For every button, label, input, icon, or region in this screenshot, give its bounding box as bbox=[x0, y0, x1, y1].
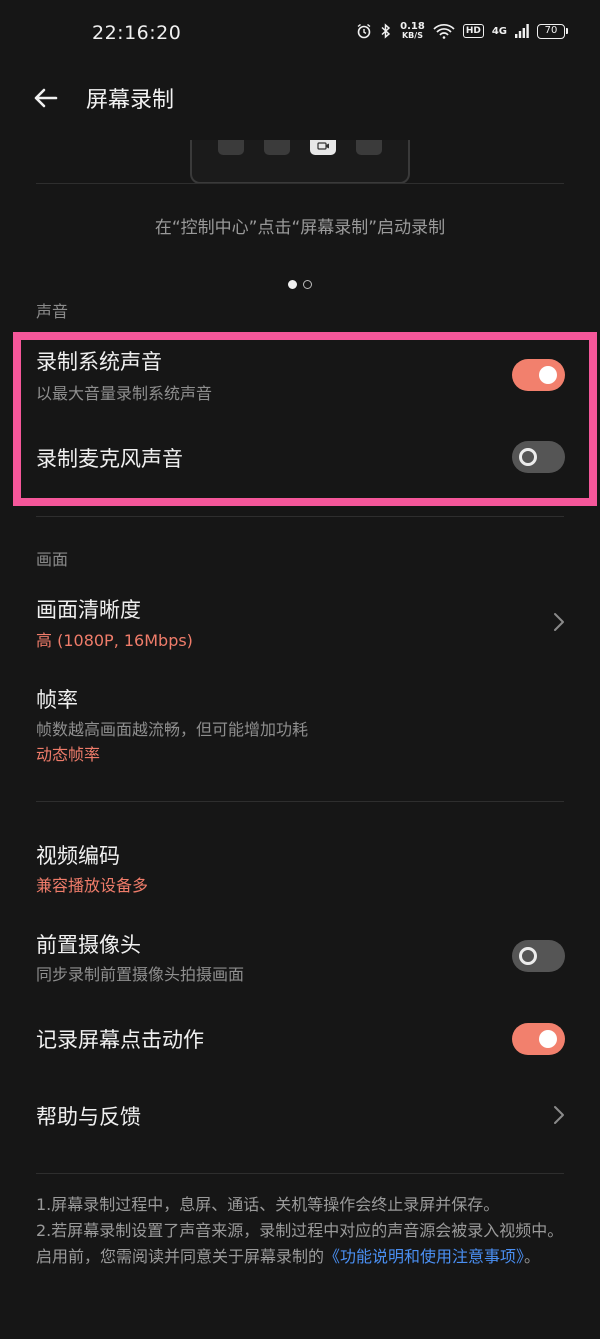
page-dot bbox=[303, 280, 312, 289]
record-taps-toggle[interactable] bbox=[512, 1023, 565, 1055]
frame-rate-value: 动态帧率 bbox=[36, 745, 101, 764]
highlight-box bbox=[13, 332, 597, 506]
divider bbox=[36, 1173, 564, 1174]
bluetooth-icon bbox=[381, 23, 391, 39]
arrow-left-icon bbox=[34, 88, 58, 108]
battery-level: 70 bbox=[537, 23, 565, 39]
screen-record-tile bbox=[310, 140, 336, 155]
guide-hint: 在“控制中心”点击“屏幕录制”启动录制 bbox=[154, 218, 446, 238]
footnote-line-2: 2.若屏幕录制设置了声音来源，录制过程中对应的声音源会被录入视频中。启用前，您需… bbox=[36, 1218, 564, 1270]
section-sound-label: 声音 bbox=[36, 302, 69, 321]
resolution-value: 高 (1080P, 16Mbps) bbox=[36, 631, 193, 650]
front-camera-toggle[interactable] bbox=[512, 940, 565, 972]
wifi-icon bbox=[433, 23, 455, 39]
resolution-title[interactable]: 画面清晰度 bbox=[36, 594, 141, 624]
front-camera-title[interactable]: 前置摄像头 bbox=[36, 929, 141, 959]
battery-icon: 70 bbox=[537, 23, 568, 39]
speed-value: 0.18 bbox=[400, 21, 425, 32]
section-picture-label: 画面 bbox=[36, 550, 69, 569]
status-time: 22:16:20 bbox=[92, 22, 182, 44]
chevron-right-icon[interactable] bbox=[550, 1103, 568, 1127]
network-speed: 0.18 KB/S bbox=[400, 21, 425, 41]
control-tile bbox=[356, 140, 382, 155]
page-title: 屏幕录制 bbox=[86, 88, 175, 113]
network-type: 4G bbox=[491, 25, 507, 37]
frame-rate-subtitle: 帧数越高画面越流畅，但可能增加功耗 bbox=[36, 720, 309, 739]
control-tile bbox=[264, 140, 290, 155]
top-bar: 屏幕录制 bbox=[0, 68, 600, 126]
guide-illustration bbox=[190, 140, 410, 184]
screen-record-icon bbox=[317, 142, 329, 150]
speed-unit: KB/S bbox=[401, 31, 423, 40]
hd-badge: HD bbox=[462, 24, 484, 38]
help-feedback-title[interactable]: 帮助与反馈 bbox=[36, 1101, 141, 1131]
video-codec-title[interactable]: 视频编码 bbox=[36, 840, 120, 870]
terms-link[interactable]: 《功能说明和使用注意事项》 bbox=[324, 1247, 524, 1266]
divider bbox=[36, 516, 564, 517]
status-icons: 0.18 KB/S HD 4G 70 bbox=[356, 22, 568, 40]
page-indicator[interactable] bbox=[0, 280, 600, 289]
front-camera-subtitle: 同步录制前置摄像头拍摄画面 bbox=[36, 965, 245, 984]
divider bbox=[36, 183, 564, 184]
signal-icon bbox=[515, 24, 529, 38]
footnote: 1.屏幕录制过程中，息屏、通话、关机等操作会终止录屏并保存。 2.若屏幕录制设置… bbox=[36, 1192, 564, 1270]
record-taps-title[interactable]: 记录屏幕点击动作 bbox=[36, 1024, 204, 1054]
status-bar: 22:16:20 0.18 KB/S HD 4G 70 bbox=[0, 0, 600, 68]
footnote-line-1: 1.屏幕录制过程中，息屏、通话、关机等操作会终止录屏并保存。 bbox=[36, 1195, 500, 1214]
video-codec-value: 兼容播放设备多 bbox=[36, 876, 149, 895]
back-button[interactable] bbox=[28, 80, 64, 116]
footnote-line-2-end: 。 bbox=[524, 1247, 541, 1266]
page-dot-active bbox=[288, 280, 297, 289]
chevron-right-icon[interactable] bbox=[550, 610, 568, 634]
control-tile bbox=[218, 140, 244, 155]
frame-rate-title[interactable]: 帧率 bbox=[36, 684, 78, 714]
alarm-icon bbox=[357, 23, 371, 39]
divider bbox=[36, 801, 564, 802]
